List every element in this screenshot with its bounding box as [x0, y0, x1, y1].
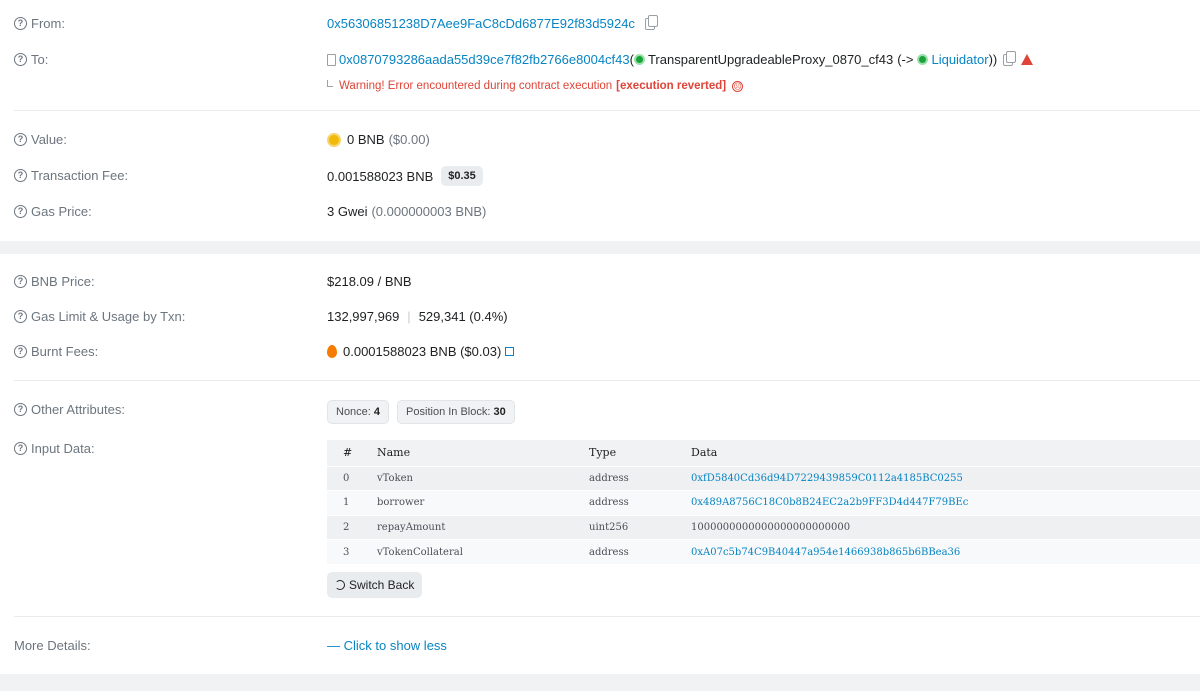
fee-value: 0.001588023 BNB $0.35 — [327, 166, 483, 186]
help-icon[interactable]: ? — [14, 53, 27, 66]
param-data: 1000000000000000000000000 — [691, 514, 1200, 540]
bnb-price-value: $218.09 / BNB — [327, 274, 412, 289]
table-row: 0 vToken address 0xfD5840Cd36d94D7229439… — [327, 465, 1200, 491]
burnt-fees-label: ? Burnt Fees: — [14, 344, 98, 359]
fee-usd-badge: $0.35 — [441, 166, 483, 186]
column-header: # — [327, 440, 377, 466]
show-less-link[interactable]: — Click to show less — [327, 638, 447, 653]
param-type: uint256 — [589, 514, 691, 540]
verified-contract-icon — [917, 54, 929, 65]
from-label: ? From: — [14, 16, 65, 31]
column-header: Data — [691, 440, 1200, 466]
column-header: Name — [377, 440, 589, 466]
param-name: repayAmount — [377, 514, 589, 540]
param-data-link[interactable]: 0x489A8756C18C0b8B24EC2a2b9FF3D4d447F79B… — [691, 490, 1200, 515]
verified-contract-icon — [633, 54, 645, 65]
other-attributes-value: Nonce: 4 Position In Block: 30 — [327, 400, 515, 424]
more-details-card: ? BNB Price: $218.09 / BNB ? Gas Limit & U… — [0, 254, 1200, 674]
copy-icon[interactable] — [1003, 50, 1017, 66]
gas-price-label: ? Gas Price: — [14, 204, 92, 219]
gas-price-value: 3 Gwei (0.000000003 BNB) — [327, 204, 486, 219]
row-index: 0 — [327, 465, 377, 491]
gas-bnb: (0.000000003 BNB) — [371, 204, 487, 219]
to-label: ? To: — [14, 52, 48, 67]
gas-limit: 132,997,969 — [327, 309, 400, 324]
corner-icon — [327, 80, 333, 87]
help-icon[interactable]: ? — [14, 169, 27, 182]
help-icon[interactable]: ? — [14, 442, 27, 455]
help-icon[interactable]: ? — [14, 403, 27, 416]
divider — [14, 380, 1200, 381]
warning-text: Warning! Error encountered during contra… — [339, 80, 613, 92]
help-icon[interactable]: ? — [14, 205, 27, 218]
value-value: 0 BNB ($0.00) — [327, 132, 430, 147]
burnt-fees-value: 0.0001588023 BNB ($0.03) — [327, 344, 515, 359]
param-name: borrower — [377, 490, 589, 515]
to-value: 0x0870793286aada55d39ce7f82fb2766e8004cf… — [327, 50, 1034, 67]
row-index: 2 — [327, 514, 377, 540]
undo-icon — [335, 580, 345, 590]
param-type: address — [589, 539, 691, 564]
row-index: 1 — [327, 490, 377, 515]
overview-card: ? From: 0x56306851238D7Aee9FaC8cDd6877E92… — [0, 0, 1200, 241]
value-label: ? Value: — [14, 132, 67, 147]
table-row: 3 vTokenCollateral address 0xA07c5b74C9B… — [327, 539, 1200, 564]
param-data-link[interactable]: 0xA07c5b74C9B40447a954e1466938b865b6BBea… — [691, 539, 1200, 564]
warning-icon — [1021, 54, 1034, 65]
arrow-text: (-> — [897, 52, 914, 67]
value-usd: ($0.00) — [388, 132, 430, 147]
bnb-coin-icon — [327, 132, 341, 147]
divider — [14, 110, 1200, 111]
row-index: 3 — [327, 539, 377, 564]
input-data-table: # Name Type Data 0 vToken address 0xfD58… — [327, 440, 1200, 564]
param-type: address — [589, 490, 691, 515]
gas-usage: 529,341 (0.4%) — [418, 309, 508, 324]
param-type: address — [589, 465, 691, 491]
help-icon[interactable]: ? — [14, 133, 27, 146]
other-attributes-label: ? Other Attributes: — [14, 402, 125, 417]
help-icon[interactable]: ? — [14, 17, 27, 30]
more-details-label: More Details: — [14, 638, 91, 653]
input-data-label: ? Input Data: — [14, 441, 95, 456]
fee-amount: 0.001588023 BNB — [327, 168, 434, 184]
to-address-link[interactable]: 0x0870793286aada55d39ce7f82fb2766e8004cf… — [339, 52, 630, 67]
proxy-name: TransparentUpgradeableProxy_0870_cf43 — [647, 52, 894, 67]
help-icon[interactable]: ? — [14, 345, 27, 358]
paren: )) — [988, 52, 998, 67]
from-address-link[interactable]: 0x56306851238D7Aee9FaC8cDd6877E92f83d592… — [327, 16, 635, 31]
help-icon[interactable]: ? — [14, 275, 27, 288]
gas-limit-label: ? Gas Limit & Usage by Txn: — [14, 309, 185, 324]
position-pill: Position In Block: 30 — [397, 400, 515, 424]
nonce-pill: Nonce: 4 — [327, 400, 390, 424]
fee-label: ? Transaction Fee: — [14, 168, 128, 183]
contract-icon — [327, 53, 336, 66]
param-name: vToken — [377, 465, 589, 491]
execution-warning: Warning! Error encountered during contra… — [327, 80, 744, 92]
sad-face-icon: ☹ — [732, 80, 744, 92]
impl-link[interactable]: Liquidator — [931, 52, 988, 67]
param-name: vTokenCollateral — [377, 539, 589, 564]
divider — [14, 616, 1200, 617]
separator: | — [407, 309, 411, 324]
value-amount: 0 BNB — [347, 132, 385, 147]
from-value: 0x56306851238D7Aee9FaC8cDd6877E92f83d592… — [327, 14, 658, 31]
gas-limit-value: 132,997,969 | 529,341 (0.4%) — [327, 309, 508, 324]
bnb-price-label: ? BNB Price: — [14, 274, 95, 289]
table-row: 2 repayAmount uint256 100000000000000000… — [327, 514, 1200, 540]
help-icon[interactable]: ? — [14, 310, 27, 323]
column-header: Type — [589, 440, 691, 466]
switch-back-button[interactable]: Switch Back — [327, 572, 423, 598]
gas-gwei: 3 Gwei — [327, 204, 368, 219]
warning-reason: [execution reverted] — [616, 80, 727, 92]
flame-icon — [327, 345, 337, 358]
copy-icon[interactable] — [644, 14, 658, 30]
burnt-amount: 0.0001588023 BNB ($0.03) — [343, 344, 502, 359]
external-link-icon[interactable] — [505, 347, 515, 356]
table-row: 1 borrower address 0x489A8756C18C0b8B24E… — [327, 490, 1200, 515]
more-details-value: — Click to show less — [327, 638, 447, 653]
table-header: # Name Type Data — [327, 440, 1200, 466]
param-data-link[interactable]: 0xfD5840Cd36d94D7229439859C0112a4185BC02… — [691, 465, 1200, 491]
